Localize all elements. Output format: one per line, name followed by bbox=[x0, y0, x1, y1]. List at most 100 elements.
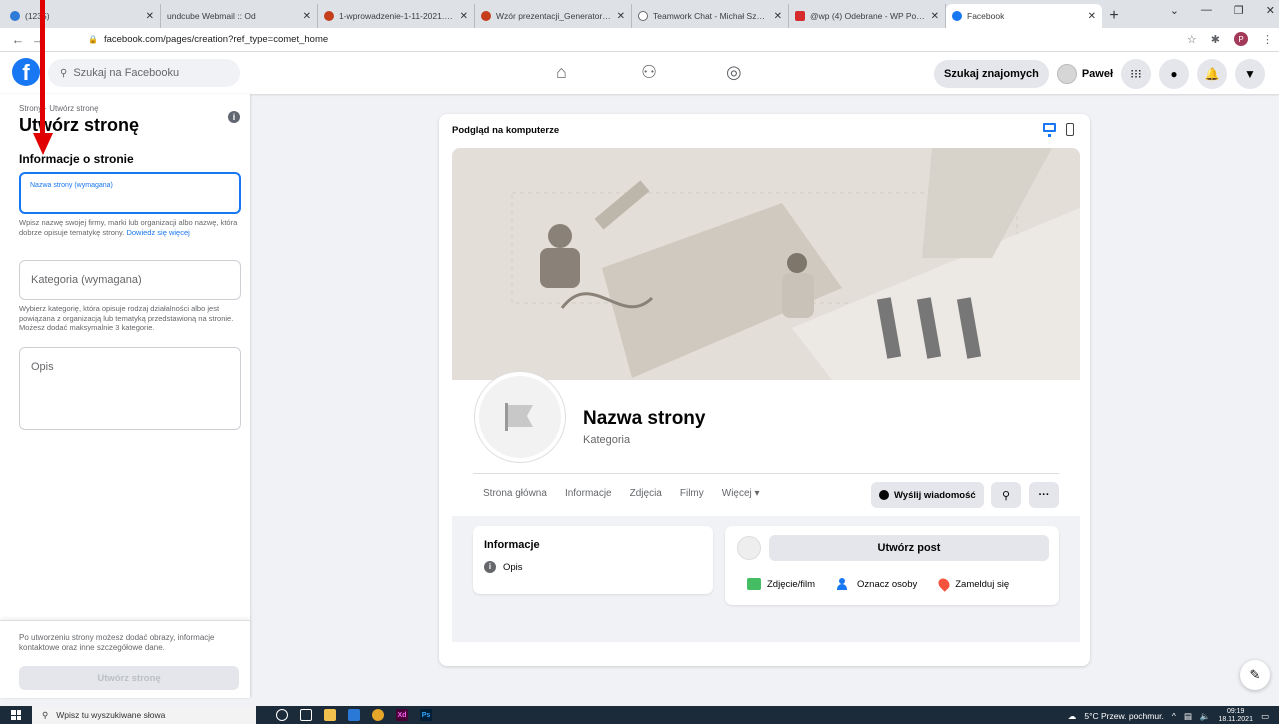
search-icon: ⚲ bbox=[1001, 489, 1011, 502]
browser-tab-4[interactable]: Wzór prezentacji_Generator Inno ✕ bbox=[475, 4, 632, 28]
desktop-icon[interactable] bbox=[1043, 123, 1056, 137]
browser-tab-5[interactable]: Teamwork Chat - Michał Szordyk ✕ bbox=[632, 4, 789, 28]
close-icon[interactable]: ✕ bbox=[774, 11, 782, 22]
restore-button[interactable]: ❐ bbox=[1234, 4, 1244, 17]
find-friends-button[interactable]: Szukaj znajomych bbox=[934, 60, 1049, 88]
start-button[interactable] bbox=[0, 710, 32, 720]
task-view-icon[interactable] bbox=[300, 709, 312, 721]
cortana-icon[interactable] bbox=[276, 709, 288, 721]
desktop-preview-card: Podgląd na komputerze Nazwa strony Kateg… bbox=[439, 114, 1090, 666]
home-icon[interactable]: ⌂ bbox=[556, 62, 567, 83]
friends-icon[interactable]: ⚇ bbox=[641, 62, 657, 83]
create-page-button[interactable]: Utwórz stronę bbox=[19, 666, 239, 690]
description-textarea[interactable]: Opis bbox=[19, 347, 241, 430]
weather-icon: ☁ bbox=[1067, 710, 1077, 721]
browser-menu-icon[interactable]: ⋮ bbox=[1262, 33, 1273, 46]
check-in-button[interactable]: Zamelduj się bbox=[936, 576, 1009, 592]
photo-video-button[interactable]: Zdjęcie/film bbox=[747, 578, 815, 590]
preview-search-button[interactable]: ⚲ bbox=[991, 482, 1021, 508]
url-field[interactable]: 🔒 facebook.com/pages/creation?ref_type=co… bbox=[88, 34, 328, 45]
messenger-button[interactable]: ● bbox=[1159, 59, 1189, 89]
info-card: Informacje i Opis bbox=[473, 526, 713, 594]
notifications-button[interactable]: 🔔 bbox=[1197, 59, 1227, 89]
photoshop-icon[interactable]: Ps bbox=[420, 709, 432, 721]
bell-icon: 🔔 bbox=[1204, 67, 1220, 81]
close-icon[interactable]: ✕ bbox=[1088, 11, 1096, 22]
browser-tab-facebook[interactable]: Facebook ✕ bbox=[946, 4, 1102, 28]
browser-tab-2[interactable]: undcube Webmail :: Od ✕ bbox=[161, 4, 318, 28]
chrome-icon[interactable] bbox=[372, 709, 384, 721]
messenger-icon: ● bbox=[1170, 67, 1178, 81]
learn-more-link[interactable]: Dowiedz się więcej bbox=[126, 228, 189, 237]
windows-taskbar: ⚲ Wpisz tu wyszukiwane słowa Xd Ps ☁ 5°C … bbox=[0, 706, 1279, 724]
facebook-header: f ⚲ Szukaj na Facebooku ⌂ ⚇ ◎ Szukaj znaj… bbox=[0, 52, 1279, 94]
taskbar-search-input[interactable]: ⚲ Wpisz tu wyszukiwane słowa bbox=[32, 706, 256, 724]
browser-tab-1[interactable]: (1235) ✕ bbox=[4, 4, 161, 28]
menu-grid-button[interactable]: ⁝⁝⁝ bbox=[1121, 59, 1151, 89]
new-message-button[interactable]: ✎ bbox=[1240, 660, 1270, 690]
tab-info[interactable]: Informacje bbox=[565, 488, 612, 499]
grid-icon: ⁝⁝⁝ bbox=[1130, 67, 1142, 81]
facebook-favicon-icon bbox=[952, 11, 962, 21]
info-icon: i bbox=[484, 561, 496, 573]
facebook-search-input[interactable]: ⚲ Szukaj na Facebooku bbox=[48, 59, 240, 87]
facebook-logo[interactable]: f bbox=[12, 58, 40, 86]
address-bar: ← → 🔒 facebook.com/pages/creation?ref_typ… bbox=[0, 28, 1279, 52]
tab-videos[interactable]: Filmy bbox=[680, 488, 704, 499]
network-icon[interactable]: ▤ bbox=[1184, 711, 1192, 722]
new-tab-button[interactable]: + bbox=[1102, 4, 1126, 28]
groups-icon[interactable]: ◎ bbox=[726, 62, 742, 83]
flag-icon bbox=[505, 403, 533, 431]
tab-search-icon[interactable]: ⌄ bbox=[1170, 4, 1179, 17]
cover-photo bbox=[452, 148, 1080, 380]
tab-more[interactable]: Więcej ▾ bbox=[722, 488, 760, 499]
back-button[interactable]: ← bbox=[8, 32, 28, 47]
preview-category: Kategoria bbox=[583, 434, 631, 446]
close-icon[interactable]: ✕ bbox=[931, 11, 939, 22]
breadcrumb[interactable]: Strony · Utwórz stronę bbox=[19, 104, 99, 113]
user-profile-chip[interactable]: Paweł bbox=[1056, 64, 1113, 84]
weather-text[interactable]: 5°C Przew. pochmur. bbox=[1084, 711, 1163, 721]
info-icon[interactable]: i bbox=[228, 111, 240, 123]
browser-profile-avatar[interactable]: P bbox=[1234, 32, 1248, 46]
profile-picture[interactable] bbox=[475, 372, 565, 462]
close-icon[interactable]: ✕ bbox=[303, 11, 311, 22]
adobe-xd-icon[interactable]: Xd bbox=[396, 709, 408, 721]
cover-illustration bbox=[452, 148, 1080, 380]
account-button[interactable]: ▼ bbox=[1235, 59, 1265, 89]
tag-people-icon bbox=[837, 578, 851, 590]
page-name-label: Nazwa strony (wymagana) bbox=[30, 182, 113, 189]
info-card-row: i Opis bbox=[484, 561, 523, 573]
tray-chevron-icon[interactable]: ^ bbox=[1172, 711, 1176, 721]
close-icon[interactable]: ✕ bbox=[146, 11, 154, 22]
file-explorer-icon[interactable] bbox=[324, 709, 336, 721]
send-message-button[interactable]: Wyślij wiadomość bbox=[871, 482, 984, 508]
mobile-icon[interactable] bbox=[1066, 123, 1074, 136]
bookmark-star-icon[interactable]: ☆ bbox=[1187, 33, 1197, 46]
browser-tab-6[interactable]: @wp (4) Odebrane - WP Poczta ✕ bbox=[789, 4, 946, 28]
tag-people-button[interactable]: Oznacz osoby bbox=[837, 578, 917, 590]
create-post-button[interactable]: Utwórz post bbox=[769, 535, 1049, 561]
close-window-button[interactable]: ✕ bbox=[1266, 4, 1275, 17]
close-icon[interactable]: ✕ bbox=[460, 11, 468, 22]
category-label: Kategoria (wymagana) bbox=[31, 274, 142, 286]
page-name-hint: Wpisz nazwę swojej firmy, marki lub orga… bbox=[19, 218, 238, 237]
browser-tab-3[interactable]: 1-wprowadzenie-1-11-2021.pptx ✕ bbox=[318, 4, 475, 28]
close-icon[interactable]: ✕ bbox=[617, 11, 625, 22]
preview-more-button[interactable]: ··· bbox=[1029, 482, 1059, 508]
page-name-input[interactable]: Nazwa strony (wymagana) bbox=[19, 172, 241, 214]
category-hint: Wybierz kategorię, która opisuje rodzaj … bbox=[19, 304, 234, 332]
avatar bbox=[1056, 64, 1077, 84]
tab-home[interactable]: Strona główna bbox=[483, 488, 547, 499]
store-icon[interactable] bbox=[348, 709, 360, 721]
browser-tab-bar: (1235) ✕ undcube Webmail :: Od ✕ 1-wprowad… bbox=[0, 0, 1279, 28]
volume-icon[interactable]: 🔈 bbox=[1200, 711, 1211, 722]
tab-photos[interactable]: Zdjęcia bbox=[630, 488, 662, 499]
minimize-button[interactable]: — bbox=[1201, 4, 1212, 17]
clock[interactable]: 09:19 18.11.2021 bbox=[1218, 708, 1253, 724]
forward-button[interactable]: → bbox=[28, 32, 48, 47]
extensions-icon[interactable]: ✱ bbox=[1211, 33, 1220, 46]
category-input[interactable]: Kategoria (wymagana) bbox=[19, 260, 241, 300]
device-toggle bbox=[1043, 123, 1074, 137]
notification-center-icon[interactable]: ▭ bbox=[1261, 711, 1269, 722]
